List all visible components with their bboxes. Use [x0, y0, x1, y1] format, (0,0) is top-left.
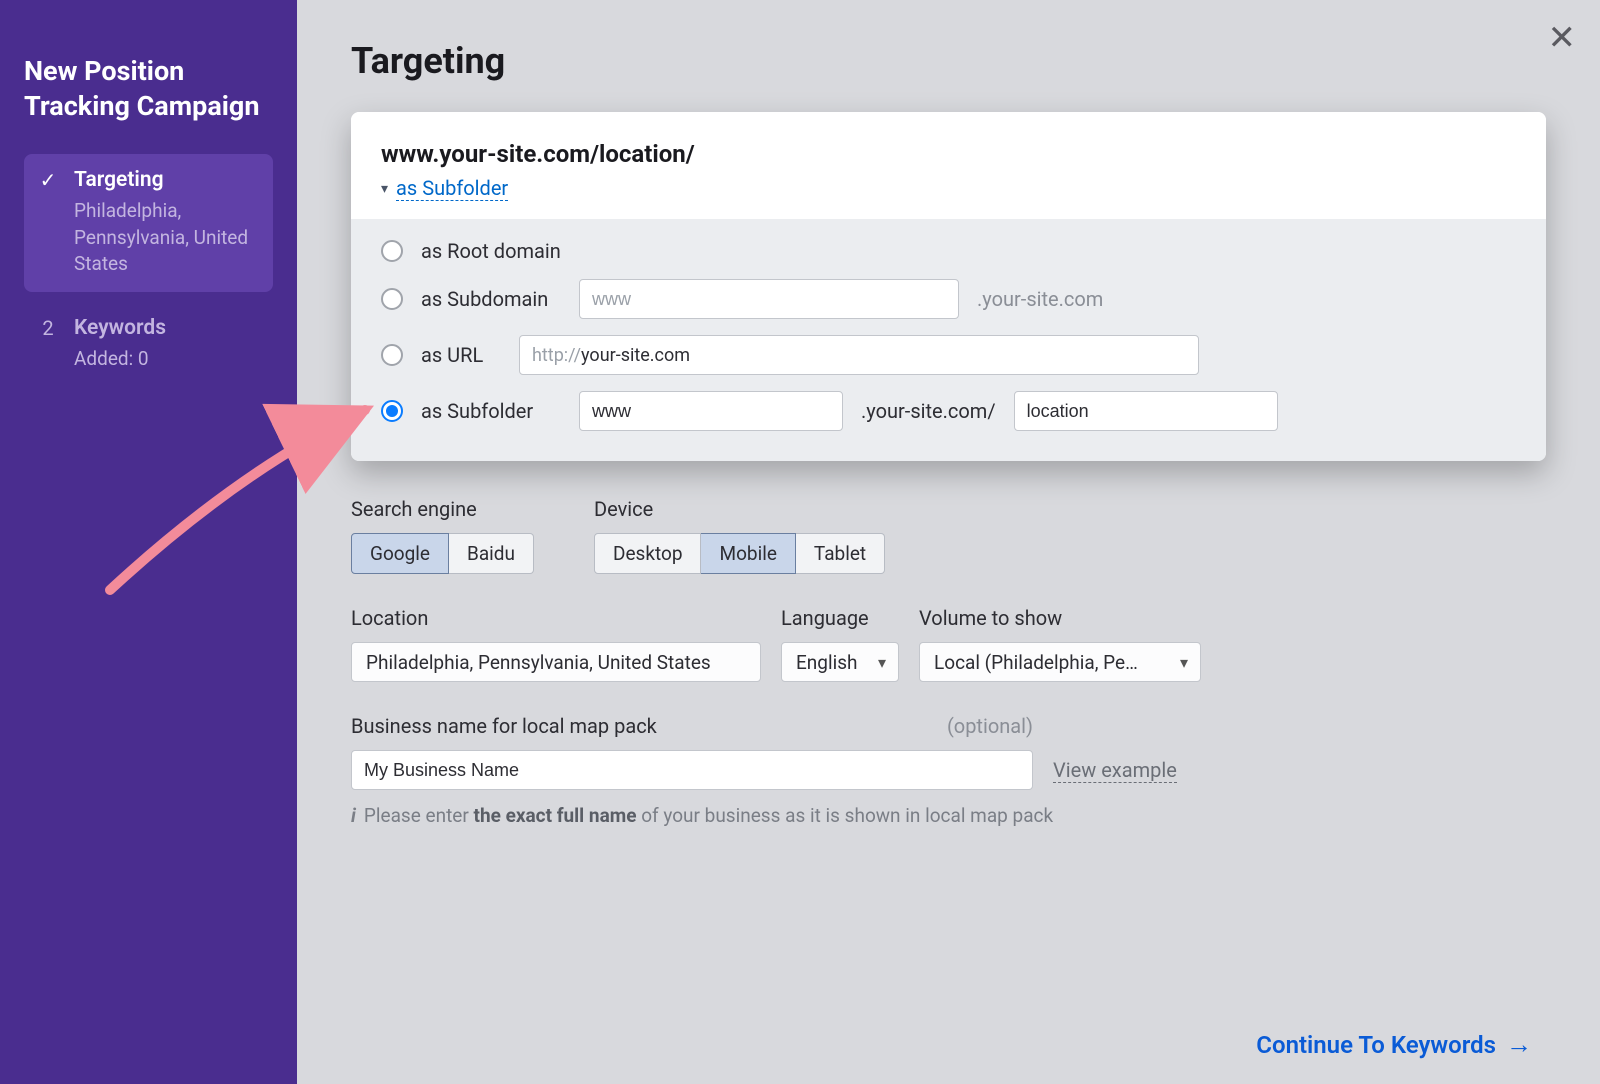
chevron-down-icon: ▾: [381, 181, 388, 197]
domain-type-link: as Subfolder: [396, 176, 508, 201]
subfolder-path-input[interactable]: [1014, 391, 1278, 431]
volume-select[interactable]: Local (Philadelphia, Pe…: [919, 642, 1201, 682]
subdomain-suffix: .your-site.com: [977, 287, 1103, 311]
subdomain-input[interactable]: [579, 279, 959, 319]
page-title: Targeting: [351, 40, 1546, 82]
option-label: as Subfolder: [421, 399, 561, 423]
domain-url: www.your-site.com/location/: [381, 140, 1516, 168]
check-icon: ✓: [36, 168, 60, 278]
business-hint: i Please enter the exact full name of yo…: [351, 804, 1546, 827]
step-sub: Philadelphia, Pennsylvania, United State…: [74, 198, 261, 278]
domain-type-toggle[interactable]: ▾ as Subfolder: [381, 176, 508, 201]
step-label: Keywords: [74, 316, 261, 340]
option-label: as URL: [421, 343, 501, 367]
sidebar-step-targeting[interactable]: ✓ Targeting Philadelphia, Pennsylvania, …: [24, 154, 273, 292]
info-icon: i: [351, 804, 356, 827]
sidebar: New Position Tracking Campaign ✓ Targeti…: [0, 0, 297, 1084]
device-label: Device: [594, 497, 885, 521]
domain-card: www.your-site.com/location/ ▾ as Subfold…: [351, 112, 1546, 461]
domain-options: as Root domain as Subdomain .your-site.c…: [351, 219, 1546, 461]
main-panel: ✕ Targeting www.your-site.com/location/ …: [297, 0, 1600, 1084]
domain-card-header: www.your-site.com/location/ ▾ as Subfold…: [351, 112, 1546, 219]
arrow-right-icon: →: [1506, 1029, 1532, 1060]
sidebar-step-keywords[interactable]: 2 Keywords Added: 0: [24, 302, 273, 387]
language-select[interactable]: English: [781, 642, 899, 682]
radio-icon[interactable]: [381, 240, 403, 262]
radio-icon[interactable]: [381, 400, 403, 422]
location-label: Location: [351, 606, 761, 630]
step-label: Targeting: [74, 168, 261, 192]
seg-mobile[interactable]: Mobile: [701, 533, 795, 574]
option-subdomain[interactable]: as Subdomain .your-site.com: [381, 279, 1516, 319]
radio-icon[interactable]: [381, 288, 403, 310]
seg-google[interactable]: Google: [351, 533, 449, 574]
option-label: as Root domain: [421, 239, 561, 263]
device-group: Desktop Mobile Tablet: [594, 533, 885, 574]
option-subfolder[interactable]: as Subfolder .your-site.com/: [381, 391, 1516, 431]
view-example-link[interactable]: View example: [1053, 758, 1177, 783]
step-number: 2: [36, 316, 60, 373]
search-engine-group: Google Baidu: [351, 533, 534, 574]
step-sub: Added: 0: [74, 346, 261, 373]
language-label: Language: [781, 606, 899, 630]
seg-baidu[interactable]: Baidu: [449, 533, 534, 574]
subfolder-mid: .your-site.com/: [861, 399, 996, 423]
seg-desktop[interactable]: Desktop: [594, 533, 702, 574]
volume-label: Volume to show: [919, 606, 1201, 630]
location-select[interactable]: Philadelphia, Pennsylvania, United State…: [351, 642, 761, 682]
url-input[interactable]: http://your-site.com: [519, 335, 1199, 375]
sidebar-title: New Position Tracking Campaign: [24, 54, 273, 124]
search-engine-label: Search engine: [351, 497, 534, 521]
option-label: as Subdomain: [421, 287, 561, 311]
radio-icon[interactable]: [381, 344, 403, 366]
url-prefix: http://: [532, 345, 581, 366]
subfolder-www-input[interactable]: [579, 391, 843, 431]
close-icon[interactable]: ✕: [1540, 10, 1585, 66]
option-root-domain[interactable]: as Root domain: [381, 239, 1516, 263]
continue-button[interactable]: Continue To Keywords →: [1256, 1029, 1532, 1060]
business-label: Business name for local map pack: [351, 714, 657, 738]
seg-tablet[interactable]: Tablet: [796, 533, 885, 574]
business-optional: (optional): [947, 714, 1033, 738]
business-name-input[interactable]: [351, 750, 1033, 790]
option-url[interactable]: as URL http://your-site.com: [381, 335, 1516, 375]
